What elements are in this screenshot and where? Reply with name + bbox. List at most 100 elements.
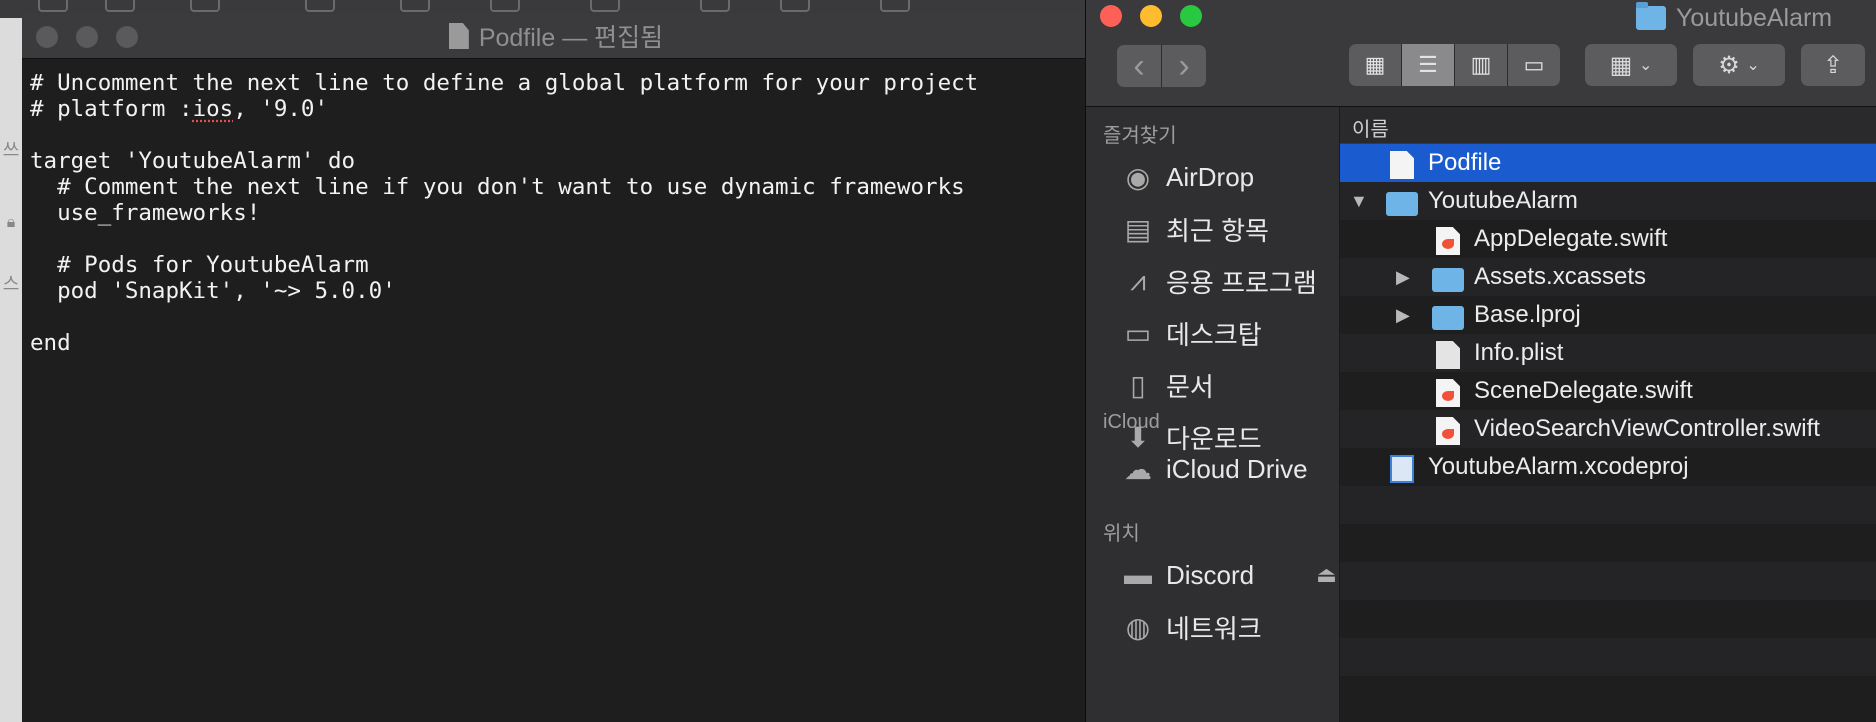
empty-row bbox=[1340, 676, 1876, 714]
background-toolbar-icon bbox=[780, 0, 810, 12]
file-name: YoutubeAlarm.xcodeproj bbox=[1428, 453, 1689, 480]
file-row[interactable]: Podfile bbox=[1340, 144, 1876, 182]
column-view-button[interactable]: ▥ bbox=[1455, 44, 1508, 86]
file-name: Info.plist bbox=[1474, 339, 1564, 366]
eject-icon[interactable]: ⏏ bbox=[1316, 562, 1337, 588]
background-toolbar-icon bbox=[190, 0, 220, 12]
chevron-down-icon: ⌄ bbox=[1746, 57, 1760, 74]
sidebar-item-cloud[interactable]: ☁ iCloud Drive bbox=[1120, 449, 1308, 489]
action-button[interactable]: ⚙ ⌄ bbox=[1693, 44, 1785, 86]
empty-row bbox=[1340, 638, 1876, 676]
sidebar-item-label: 문서 bbox=[1166, 371, 1214, 402]
finder-toolbar: YoutubeAlarm ‹ › ▦ ☰ ▥ ▭ ▦ ⌄ ⚙ ⌄ ⇪ bbox=[1086, 0, 1876, 107]
empty-row bbox=[1340, 486, 1876, 524]
lock-icon: 🔒︎ bbox=[6, 214, 16, 231]
finder-sidebar: 즐겨찾기 ◉ AirDrop ▤ 최근 항목 ⩘ 응용 프로그램 ▭ 데스크탑 ▯ 문서 ⬇ 다운로드… bbox=[1086, 107, 1340, 722]
file-row[interactable]: AppDelegate.swift bbox=[1340, 220, 1876, 258]
file-name: VideoSearchViewController.swift bbox=[1474, 415, 1820, 442]
minimize-button[interactable] bbox=[1140, 5, 1162, 27]
sidebar-item-label: 네트워크 bbox=[1166, 613, 1262, 644]
file-row[interactable]: ▼ YoutubeAlarm bbox=[1340, 182, 1876, 220]
group-by-button[interactable]: ▦ ⌄ bbox=[1585, 44, 1677, 86]
code-line: # Comment the next line if you don't wan… bbox=[30, 174, 965, 200]
gallery-view-button[interactable]: ▭ bbox=[1508, 44, 1560, 86]
network-icon: ◍ bbox=[1125, 611, 1151, 643]
sidebar-item-applications[interactable]: ⩘ 응용 프로그램 bbox=[1120, 261, 1317, 301]
empty-row bbox=[1340, 600, 1876, 638]
sidebar-item-label: 데스크탑 bbox=[1166, 319, 1262, 350]
code-line: # platform :ios, '9.0' bbox=[30, 96, 329, 122]
background-toolbar-icon bbox=[590, 0, 620, 12]
sidebar-item-label: 응용 프로그램 bbox=[1166, 267, 1317, 298]
locations-header: 위치 bbox=[1103, 523, 1140, 545]
finder-window: YoutubeAlarm ‹ › ▦ ☰ ▥ ▭ ▦ ⌄ ⚙ ⌄ ⇪ 즐겨찾기 … bbox=[1085, 0, 1876, 722]
share-icon: ⇪ bbox=[1822, 51, 1844, 79]
finder-title-text: YoutubeAlarm bbox=[1676, 3, 1833, 32]
swift-file-icon bbox=[1436, 227, 1460, 255]
sidebar-item-disk[interactable]: ▬ Discord ⏏ bbox=[1120, 555, 1337, 595]
recents-icon: ▤ bbox=[1124, 213, 1152, 245]
folder-icon bbox=[1432, 268, 1464, 292]
file-name: AppDelegate.swift bbox=[1474, 225, 1668, 252]
file-name: Base.lproj bbox=[1474, 301, 1581, 328]
sidebar-item-documents[interactable]: ▯ 문서 bbox=[1120, 365, 1214, 405]
column-header-label: 이름 bbox=[1352, 119, 1389, 141]
swift-file-icon bbox=[1436, 417, 1460, 445]
disclosure-closed-icon[interactable]: ▶ bbox=[1396, 305, 1410, 326]
background-toolbar-icon bbox=[400, 0, 430, 12]
editor-titlebar[interactable]: Podfile — 편집됨 bbox=[22, 14, 1090, 59]
editor-title: Podfile — 편집됨 bbox=[22, 14, 1090, 58]
sidebar-item-desktop[interactable]: ▭ 데스크탑 bbox=[1120, 313, 1262, 353]
file-row[interactable]: YoutubeAlarm.xcodeproj bbox=[1340, 448, 1876, 486]
close-button[interactable] bbox=[1100, 5, 1122, 27]
file-row[interactable]: ▶ Base.lproj bbox=[1340, 296, 1876, 334]
file-list: 이름 Podfile ▼ YoutubeAlarm AppDelegate.swift… bbox=[1340, 107, 1876, 722]
plist-file-icon bbox=[1436, 341, 1460, 369]
file-row[interactable]: VideoSearchViewController.swift bbox=[1340, 410, 1876, 448]
disclosure-open-icon[interactable]: ▼ bbox=[1350, 191, 1368, 212]
sidebar-item-network[interactable]: ◍ 네트워크 bbox=[1120, 607, 1262, 647]
background-toolbar-icon bbox=[105, 0, 135, 12]
file-name: YoutubeAlarm bbox=[1428, 187, 1578, 214]
folder-icon bbox=[1636, 2, 1666, 30]
group-icon: ▦ bbox=[1609, 51, 1633, 79]
disclosure-closed-icon[interactable]: ▶ bbox=[1396, 267, 1410, 288]
code-line: # Pods for YoutubeAlarm bbox=[30, 252, 369, 278]
column-header-name[interactable]: 이름 bbox=[1340, 107, 1876, 144]
texteditor-window: Podfile — 편집됨 # Uncomment the next line … bbox=[22, 14, 1090, 722]
code-line: pod 'SnapKit', '~> 5.0.0' bbox=[30, 278, 396, 304]
view-mode-control: ▦ ☰ ▥ ▭ bbox=[1349, 44, 1560, 86]
empty-row bbox=[1340, 562, 1876, 600]
sidebar-item-label: AirDrop bbox=[1166, 161, 1255, 192]
file-name: Assets.xcassets bbox=[1474, 263, 1647, 290]
code-line: use_frameworks! bbox=[30, 200, 261, 226]
cloud-icon: ☁ bbox=[1124, 453, 1152, 485]
sidebar-item-label: 최근 항목 bbox=[1166, 215, 1269, 246]
documents-icon: ▯ bbox=[1130, 369, 1146, 401]
sidebar-item-airdrop[interactable]: ◉ AirDrop bbox=[1120, 157, 1254, 197]
list-view-button[interactable]: ☰ bbox=[1402, 44, 1455, 86]
background-toolbar-icon bbox=[305, 0, 335, 12]
background-text: 스 bbox=[2, 274, 20, 294]
sidebar-item-recents[interactable]: ▤ 최근 항목 bbox=[1120, 209, 1269, 249]
background-toolbar-icon bbox=[38, 0, 68, 12]
background-app-edge bbox=[0, 0, 22, 722]
applications-icon: ⩘ bbox=[1130, 264, 1146, 296]
share-button[interactable]: ⇪ bbox=[1801, 44, 1865, 86]
back-button[interactable]: ‹ bbox=[1117, 45, 1162, 87]
zoom-button[interactable] bbox=[1180, 5, 1202, 27]
disk-icon: ▬ bbox=[1124, 559, 1152, 590]
editor-title-text: Podfile — 편집됨 bbox=[478, 24, 664, 52]
misspelled-word: ios bbox=[192, 96, 234, 122]
sidebar-item-label: iCloud Drive bbox=[1166, 453, 1308, 484]
editor-text-area[interactable]: # Uncomment the next line to define a gl… bbox=[30, 70, 978, 356]
xcode-project-icon bbox=[1390, 455, 1414, 483]
file-row[interactable]: SceneDelegate.swift bbox=[1340, 372, 1876, 410]
background-toolbar-icon bbox=[490, 0, 520, 12]
background-text: 쓰 bbox=[2, 140, 20, 160]
document-icon bbox=[448, 23, 469, 49]
forward-button[interactable]: › bbox=[1162, 45, 1206, 87]
file-row[interactable]: ▶ Assets.xcassets bbox=[1340, 258, 1876, 296]
file-row[interactable]: Info.plist bbox=[1340, 334, 1876, 372]
icon-view-button[interactable]: ▦ bbox=[1349, 44, 1402, 86]
